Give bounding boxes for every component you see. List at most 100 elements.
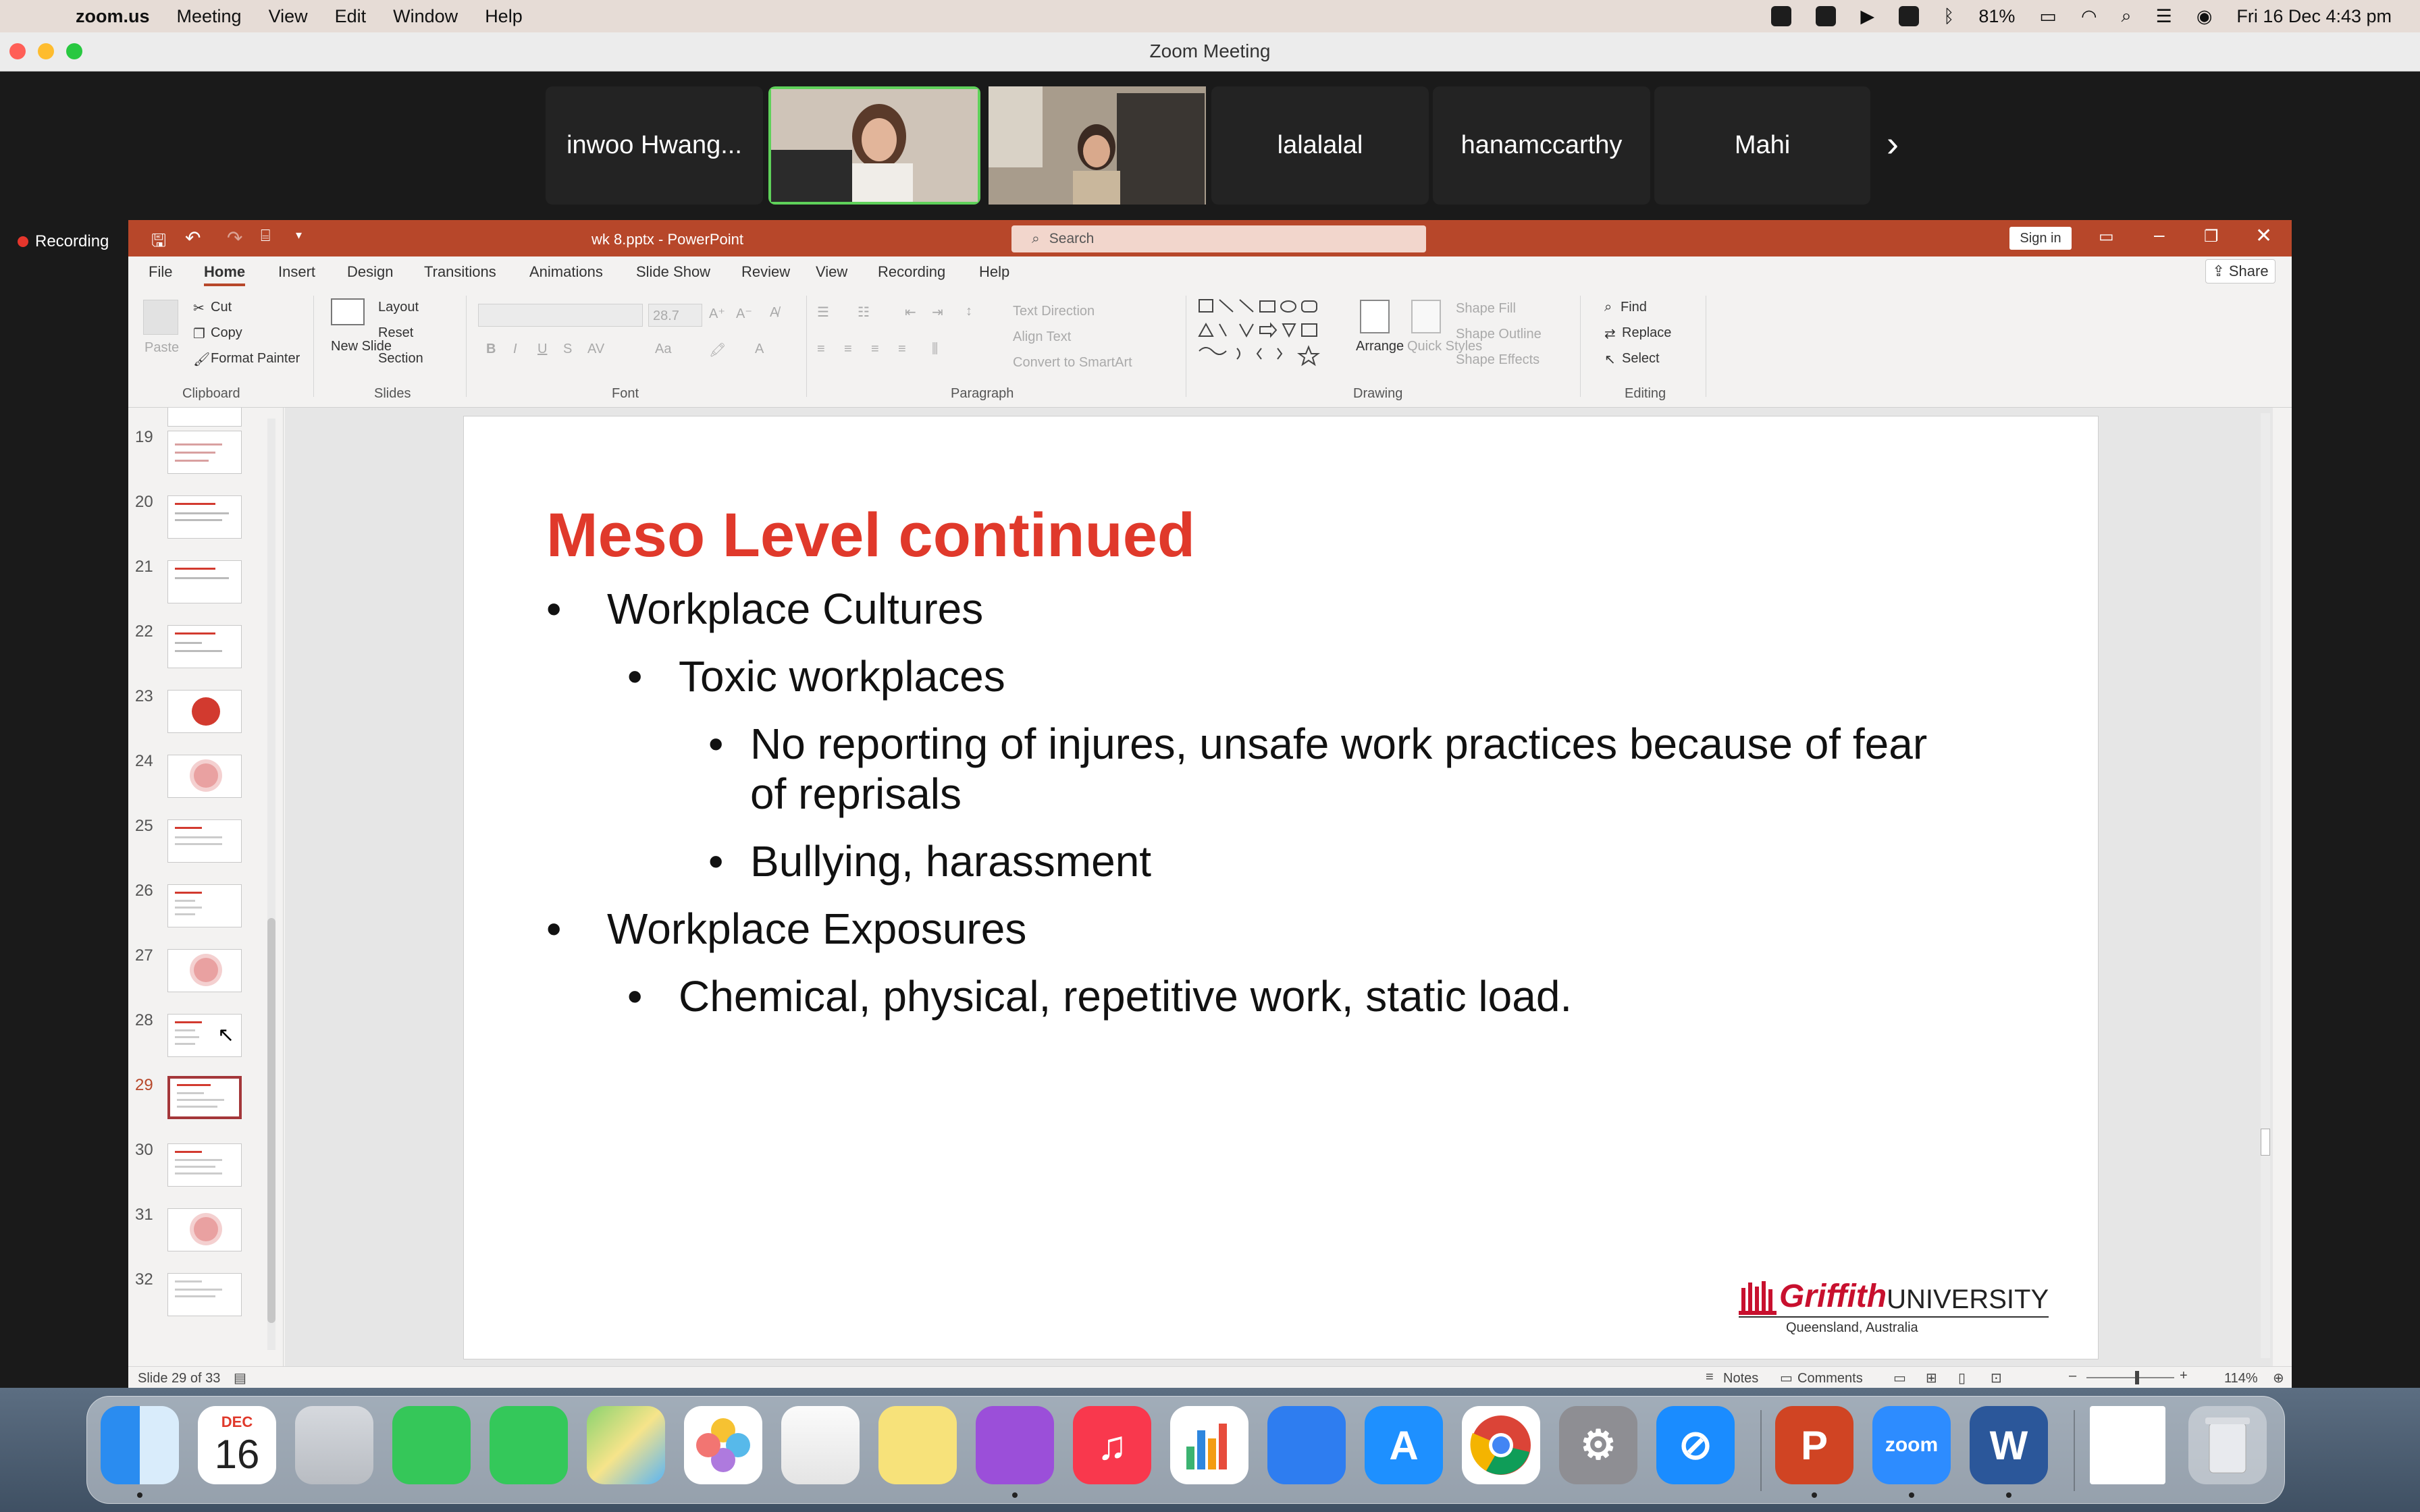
slide-thumbnail[interactable] bbox=[167, 884, 242, 927]
thumbnail-scrollbar[interactable] bbox=[267, 418, 275, 1350]
char-spacing-icon[interactable]: AV bbox=[587, 342, 604, 357]
replace-button[interactable]: Replace bbox=[1622, 325, 1671, 341]
increase-font-icon[interactable]: A⁺ bbox=[709, 305, 725, 322]
find-button[interactable]: Find bbox=[1621, 300, 1647, 315]
shape-fill-button[interactable]: Shape Fill bbox=[1456, 301, 1516, 317]
launchpad-icon[interactable] bbox=[295, 1406, 373, 1484]
slide-thumbnail[interactable] bbox=[167, 819, 242, 863]
wifi-icon[interactable]: ◠ bbox=[2081, 6, 2097, 27]
creative-cloud-icon[interactable] bbox=[1816, 6, 1837, 26]
spotlight-icon[interactable]: ⌕ bbox=[2122, 5, 2132, 27]
reading-view-icon[interactable]: ▯ bbox=[1958, 1370, 1966, 1386]
battery-icon[interactable]: ▭ bbox=[2039, 6, 2057, 27]
system-preferences-icon[interactable]: ⚙ bbox=[1559, 1406, 1637, 1484]
participant-tile[interactable]: hanamccarthy bbox=[1433, 86, 1650, 205]
shape-effects-button[interactable]: Shape Effects bbox=[1456, 352, 1540, 368]
redo-icon[interactable]: ↷ bbox=[227, 227, 242, 249]
slide-sorter-icon[interactable]: ⊞ bbox=[1926, 1370, 1937, 1386]
zoom-slider[interactable] bbox=[2086, 1371, 2174, 1384]
notes-app-icon[interactable] bbox=[781, 1406, 860, 1484]
participant-video-tile[interactable] bbox=[989, 86, 1206, 205]
bullet-level1[interactable]: • Workplace Exposures bbox=[546, 904, 1026, 954]
control-center-icon[interactable]: ☰ bbox=[2156, 6, 2172, 27]
tab-file[interactable]: File bbox=[149, 263, 172, 281]
slide-scrollbar-thumb[interactable] bbox=[2261, 1129, 2270, 1156]
copy-icon[interactable]: ❐ bbox=[193, 325, 205, 342]
bullet-level3[interactable]: • No reporting of injures, unsafe work pr… bbox=[708, 719, 1927, 769]
bullet-level3[interactable]: • Bullying, harassment bbox=[708, 836, 1151, 886]
clear-format-icon[interactable]: A̸ bbox=[770, 305, 779, 321]
align-center-icon[interactable]: ≡ bbox=[844, 342, 852, 357]
paste-button[interactable]: Paste bbox=[144, 340, 179, 356]
columns-icon[interactable]: ⫼ bbox=[932, 342, 938, 357]
new-slide-icon[interactable] bbox=[331, 298, 365, 325]
increase-indent-icon[interactable]: ⇥ bbox=[932, 304, 943, 321]
reset-button[interactable]: Reset bbox=[378, 325, 413, 341]
bullet-level1[interactable]: • Workplace Cultures bbox=[546, 584, 983, 634]
cut-button[interactable]: Cut bbox=[211, 300, 232, 315]
share-button[interactable]: ⇪ Share bbox=[2205, 259, 2276, 284]
zoom-out-icon[interactable]: – bbox=[2069, 1368, 2076, 1384]
slide-thumbnail[interactable] bbox=[167, 755, 242, 798]
format-painter-button[interactable]: Format Painter bbox=[211, 351, 300, 367]
slide-thumbnail-selected[interactable] bbox=[167, 1076, 242, 1119]
tab-home[interactable]: Home bbox=[204, 263, 246, 286]
bold-icon[interactable]: B bbox=[486, 342, 496, 357]
select-button[interactable]: Select bbox=[1622, 351, 1660, 367]
finder-icon[interactable] bbox=[101, 1406, 179, 1484]
strikethrough-icon[interactable]: S bbox=[563, 342, 572, 357]
thumbnail-scrollbar-thumb[interactable] bbox=[267, 918, 275, 1323]
replace-icon[interactable]: ⇄ bbox=[1604, 325, 1616, 342]
copy-button[interactable]: Copy bbox=[211, 325, 242, 341]
slide-thumbnail[interactable] bbox=[167, 1143, 242, 1187]
menu-window[interactable]: Window bbox=[393, 6, 458, 27]
bullet-level2[interactable]: • Chemical, physical, repetitive work, st… bbox=[627, 971, 1572, 1021]
bullet-level2[interactable]: • Toxic workplaces bbox=[627, 651, 1005, 701]
quick-styles-icon[interactable] bbox=[1411, 300, 1441, 333]
font-name-input[interactable] bbox=[478, 304, 643, 327]
app-store-icon[interactable]: A bbox=[1365, 1406, 1443, 1484]
powerpoint-icon[interactable]: P bbox=[1775, 1406, 1853, 1484]
notes-button[interactable]: Notes bbox=[1723, 1371, 1758, 1386]
slide-thumbnail[interactable] bbox=[167, 690, 242, 733]
format-painter-icon[interactable]: 🖌 bbox=[193, 351, 210, 368]
calendar-icon[interactable]: DEC 16 bbox=[198, 1406, 276, 1484]
bluetooth-icon[interactable]: ᛒ bbox=[1943, 6, 1954, 27]
stickies-icon[interactable] bbox=[878, 1406, 957, 1484]
bullets-icon[interactable]: ☰ bbox=[817, 304, 829, 321]
recording-indicator[interactable]: Recording bbox=[18, 232, 109, 251]
find-icon[interactable]: ⌕ bbox=[1604, 300, 1612, 315]
slide-thumbnail[interactable] bbox=[167, 625, 242, 668]
menu-view[interactable]: View bbox=[269, 6, 308, 27]
menu-meeting[interactable]: Meeting bbox=[177, 6, 242, 27]
slide-thumbnail[interactable] bbox=[167, 495, 242, 539]
slide-thumbnail[interactable] bbox=[167, 431, 242, 474]
numbers-icon[interactable] bbox=[1170, 1406, 1248, 1484]
photos-icon[interactable] bbox=[684, 1406, 762, 1484]
music-icon[interactable]: ♫ bbox=[1073, 1406, 1151, 1484]
tab-animations[interactable]: Animations bbox=[529, 263, 603, 281]
tab-view[interactable]: View bbox=[816, 263, 847, 281]
trash-icon[interactable] bbox=[2188, 1406, 2267, 1484]
slide-thumbnail[interactable] bbox=[167, 560, 242, 603]
slide-canvas[interactable]: Meso Level continued • Workplace Cultures… bbox=[463, 416, 2099, 1359]
input-method-icon[interactable] bbox=[1899, 6, 1920, 26]
normal-view-icon[interactable]: ▭ bbox=[1893, 1370, 1906, 1386]
word-icon[interactable]: W bbox=[1970, 1406, 2048, 1484]
section-button[interactable]: Section bbox=[378, 351, 423, 367]
participant-tile[interactable]: inwoo Hwang... bbox=[546, 86, 763, 205]
play-icon[interactable]: ▶ bbox=[1860, 6, 1874, 27]
menubar-clock[interactable]: Fri 16 Dec 4:43 pm bbox=[2236, 6, 2392, 27]
tab-help[interactable]: Help bbox=[979, 263, 1009, 281]
comments-button[interactable]: Comments bbox=[1797, 1371, 1863, 1386]
font-color-icon[interactable]: A bbox=[755, 342, 764, 357]
numbering-icon[interactable]: ☷ bbox=[858, 304, 870, 321]
save-icon[interactable]: 🖫 bbox=[151, 228, 166, 258]
arrange-button[interactable]: Arrange bbox=[1356, 339, 1404, 354]
italic-icon[interactable]: I bbox=[513, 342, 517, 357]
bullet-continuation[interactable]: of reprisals bbox=[750, 769, 962, 819]
zoom-level[interactable]: 114% bbox=[2224, 1371, 2258, 1386]
present-icon[interactable]: ⌸ bbox=[261, 227, 270, 246]
podcasts-icon[interactable] bbox=[976, 1406, 1054, 1484]
zoom-slider-thumb[interactable] bbox=[2135, 1371, 2139, 1384]
